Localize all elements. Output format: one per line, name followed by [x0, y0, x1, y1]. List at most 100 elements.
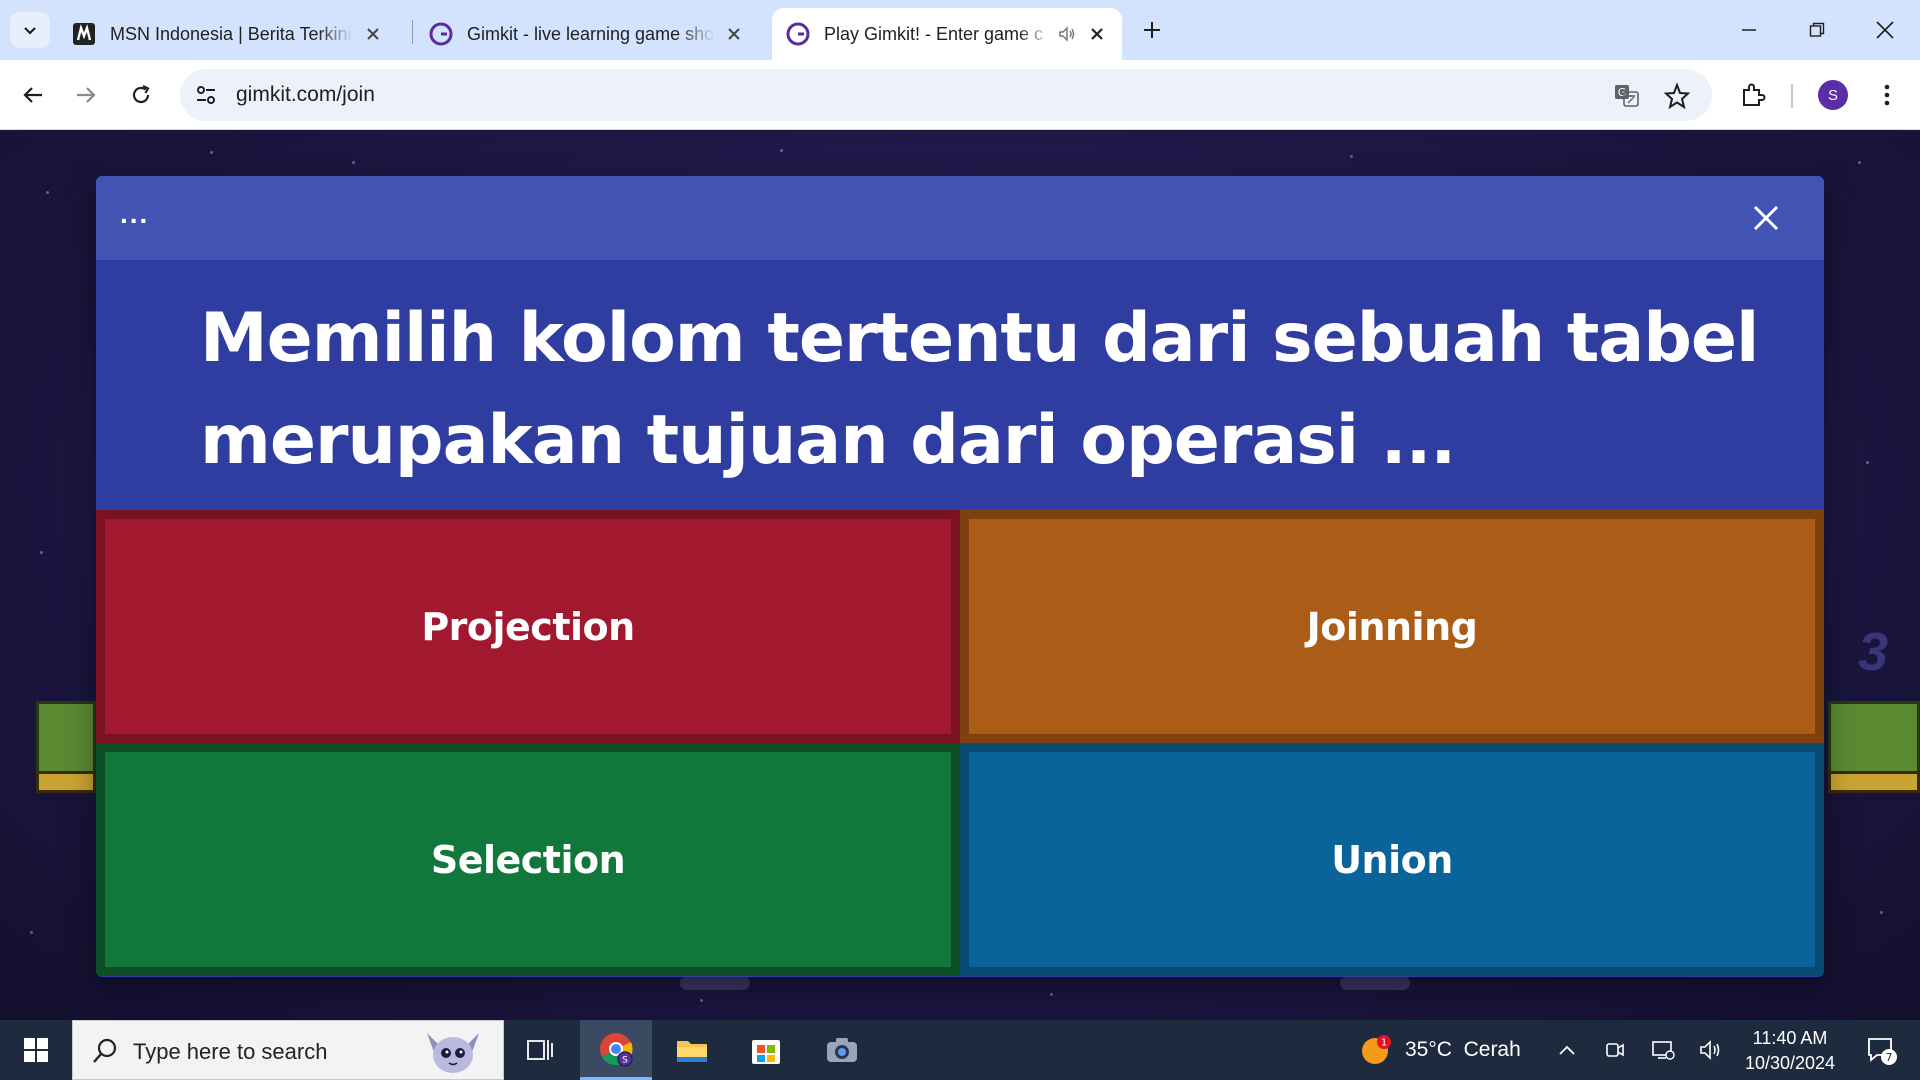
close-tab-icon[interactable] — [362, 23, 384, 45]
tab-msn[interactable]: MSN Indonesia | Berita Terkini H — [58, 8, 398, 60]
weather-badge: 1 — [1381, 1038, 1387, 1049]
star-decoration — [210, 151, 213, 154]
arrow-right-icon — [77, 87, 96, 103]
forward-button[interactable] — [66, 75, 106, 115]
windows-logo-icon — [24, 1038, 48, 1062]
browser-menu-button[interactable] — [1867, 75, 1907, 115]
weather-desc: Cerah — [1463, 1038, 1521, 1061]
star-decoration — [780, 149, 783, 152]
star-decoration — [1858, 161, 1861, 164]
star-decoration — [1866, 461, 1869, 464]
taskbar-search-placeholder: Type here to search — [133, 1039, 328, 1064]
browser-tabstrip: MSN Indonesia | Berita Terkini H Gimkit … — [0, 0, 1920, 60]
url-text[interactable]: gimkit.com/join — [236, 83, 375, 107]
star-decoration — [352, 161, 355, 164]
msn-icon — [72, 22, 96, 46]
close-icon — [1753, 205, 1779, 231]
camera-icon — [827, 1038, 857, 1062]
search-icon — [93, 1038, 117, 1063]
taskbar-search-box[interactable]: Type here to search — [72, 1020, 504, 1080]
chevron-down-icon — [24, 27, 36, 35]
profile-button[interactable]: S — [1813, 75, 1853, 115]
weather-text[interactable]: 35°C Cerah — [1405, 1038, 1521, 1062]
taskbar-chrome[interactable]: S — [580, 1020, 652, 1080]
arrow-left-icon — [23, 87, 42, 103]
star-decoration — [46, 191, 49, 194]
folder-icon — [677, 1041, 707, 1062]
extensions-button[interactable] — [1733, 75, 1773, 115]
address-bar[interactable]: gimkit.com/join G — [180, 69, 1712, 121]
translate-icon[interactable]: G — [1612, 81, 1642, 111]
network-icon — [1652, 1041, 1675, 1060]
more-vertical-icon — [1884, 84, 1890, 106]
tab-separator — [412, 20, 413, 44]
arrow-right-decoration — [680, 976, 750, 990]
chevron-up-icon — [1559, 1045, 1575, 1055]
star-decoration — [40, 551, 43, 554]
star-decoration — [1350, 155, 1353, 158]
taskbar-camera[interactable] — [806, 1020, 878, 1080]
minimize-button[interactable] — [1716, 0, 1782, 60]
tab-play-gimkit[interactable]: Play Gimkit! - Enter game c — [772, 8, 1122, 60]
meet-now-icon — [1606, 1043, 1624, 1057]
close-icon — [1876, 21, 1894, 39]
tab-title: Gimkit - live learning game sho — [467, 23, 715, 44]
star-decoration — [700, 999, 703, 1002]
modal-menu-button[interactable]: ... — [120, 198, 149, 230]
tab-title: MSN Indonesia | Berita Terkini H — [110, 23, 354, 44]
reload-icon — [132, 85, 150, 104]
weather-temp: 35°C — [1405, 1038, 1452, 1061]
show-hidden-icons-button[interactable] — [1550, 1020, 1584, 1080]
new-tab-button[interactable] — [1136, 14, 1168, 46]
puzzle-icon — [1743, 83, 1766, 106]
browser-toolbar: gimkit.com/join G S — [0, 60, 1920, 130]
answer-label: Joinning — [1306, 604, 1478, 649]
tab-gimkit[interactable]: Gimkit - live learning game sho — [415, 8, 759, 60]
answer-option-selection[interactable]: Selection — [96, 743, 960, 976]
meet-now-button[interactable] — [1598, 1020, 1632, 1080]
bookmark-star-icon[interactable] — [1662, 81, 1692, 111]
answer-option-joinning[interactable]: Joinning — [960, 510, 1824, 743]
task-view-button[interactable] — [504, 1020, 576, 1080]
taskbar-clock[interactable]: 11:40 AM 10/30/2024 — [1730, 1026, 1850, 1076]
star-decoration — [30, 931, 33, 934]
volume-icon — [1700, 1040, 1720, 1060]
toolbar-divider — [1791, 84, 1793, 108]
modal-header: ... — [96, 176, 1824, 260]
restore-icon — [1809, 22, 1825, 37]
windows-taskbar: Type here to search S 1 35°C Cerah 11:40… — [0, 1020, 1920, 1080]
weather-widget[interactable]: 1 — [1355, 1020, 1397, 1080]
gimkit-game-page: 3 ... Memilih kolom tertentu dari sebuah… — [0, 131, 1920, 1020]
answer-label: Projection — [421, 604, 635, 649]
reload-button[interactable] — [121, 75, 161, 115]
task-view-icon — [527, 1040, 553, 1060]
network-button[interactable] — [1646, 1020, 1680, 1080]
answer-option-projection[interactable]: Projection — [96, 510, 960, 743]
gimkit-icon — [786, 22, 810, 46]
modal-close-button[interactable] — [1746, 198, 1786, 238]
game-platform-right — [1828, 701, 1920, 793]
close-tab-icon[interactable] — [1086, 23, 1108, 45]
taskbar-microsoft-store[interactable] — [730, 1020, 802, 1080]
sun-weather-icon: 1 — [1362, 1035, 1391, 1064]
store-icon — [752, 1040, 780, 1064]
answer-label: Union — [1331, 837, 1453, 882]
close-window-button[interactable] — [1852, 0, 1918, 60]
question-text: Memilih kolom tertentu dari sebuah tabel… — [200, 299, 1759, 480]
answer-option-union[interactable]: Union — [960, 743, 1824, 976]
speaker-icon[interactable] — [1056, 23, 1078, 45]
back-button[interactable] — [13, 75, 53, 115]
plus-icon — [1144, 22, 1160, 38]
close-tab-icon[interactable] — [723, 23, 745, 45]
volume-button[interactable] — [1694, 1020, 1728, 1080]
notification-count: 7 — [1886, 1051, 1893, 1064]
taskbar-file-explorer[interactable] — [656, 1020, 728, 1080]
notification-center-button[interactable]: 7 — [1858, 1020, 1906, 1080]
start-button[interactable] — [0, 1020, 72, 1080]
site-settings-icon[interactable] — [192, 81, 220, 109]
svg-text:S: S — [622, 1055, 628, 1065]
tab-search-button[interactable] — [10, 12, 50, 48]
gimkit-icon — [429, 22, 453, 46]
background-number: 3 — [1858, 622, 1889, 682]
restore-button[interactable] — [1784, 0, 1850, 60]
